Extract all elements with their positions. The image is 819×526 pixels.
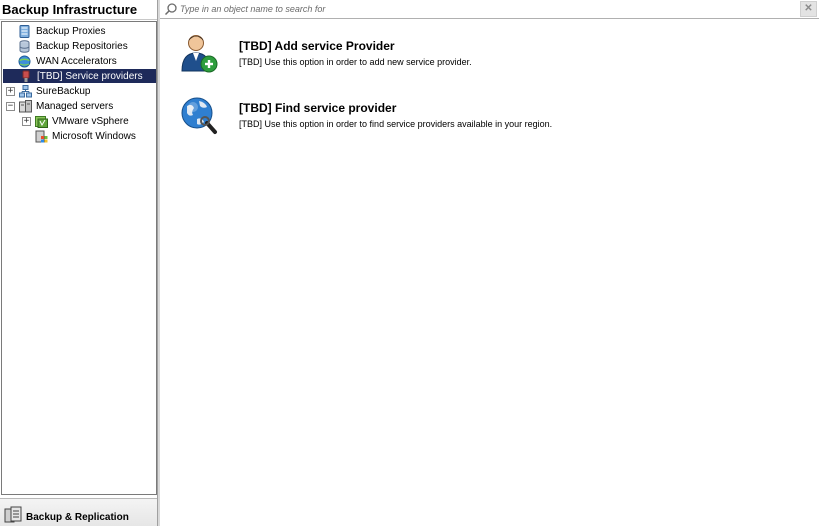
clear-search-button[interactable]: ✕ xyxy=(800,1,817,17)
tree-item-managed-servers[interactable]: − Managed servers xyxy=(6,99,115,114)
action-description: [TBD] Use this option in order to add ne… xyxy=(239,57,472,67)
expand-toggle[interactable]: + xyxy=(22,117,31,126)
action-title: [TBD] Add service Provider xyxy=(239,39,395,53)
service-provider-icon xyxy=(22,70,30,82)
panel-header: Backup Infrastructure xyxy=(0,0,159,20)
backup-replication-icon xyxy=(4,506,22,523)
tree-item-label: Backup Proxies xyxy=(36,26,106,37)
tree-item-label: VMware vSphere xyxy=(52,116,129,127)
search-bar: ✕ xyxy=(160,0,819,19)
search-icon xyxy=(164,3,177,16)
wan-accelerator-icon xyxy=(18,55,31,68)
nav-label: Backup & Replication xyxy=(26,512,129,523)
tree-item-vmware-vsphere[interactable]: + VMware vSphere xyxy=(22,114,131,129)
find-service-provider-action[interactable]: [TBD] Find service provider [TBD] Use th… xyxy=(180,95,800,145)
tree-item-label: SureBackup xyxy=(36,86,91,97)
application-window: Backup Infrastructure Backup Proxies Bac… xyxy=(0,0,819,526)
surebackup-icon xyxy=(19,85,32,98)
tree-item-surebackup[interactable]: + SureBackup xyxy=(6,84,92,99)
windows-server-icon xyxy=(35,130,48,143)
tree-item-label: Backup Repositories xyxy=(36,41,128,52)
nav-backup-replication[interactable]: Backup & Replication xyxy=(0,498,159,526)
tree-item-service-providers[interactable]: [TBD] Service providers xyxy=(3,69,156,84)
action-title: [TBD] Find service provider xyxy=(239,101,397,115)
tree-item-label: Managed servers xyxy=(36,101,114,112)
repository-icon xyxy=(19,40,30,53)
vmware-vsphere-icon xyxy=(35,116,48,128)
collapse-toggle[interactable]: − xyxy=(6,102,15,111)
expand-toggle[interactable]: + xyxy=(6,87,15,96)
managed-servers-icon xyxy=(19,100,32,113)
infrastructure-tree: Backup Proxies Backup Repositories WAN A… xyxy=(1,21,157,495)
search-input[interactable] xyxy=(180,2,780,16)
tree-item-label: WAN Accelerators xyxy=(36,56,117,67)
content-panel: ✕ [TBD] Add service Provider [TBD] Use t… xyxy=(160,0,819,526)
add-service-provider-action[interactable]: [TBD] Add service Provider [TBD] Use thi… xyxy=(180,33,800,83)
tree-item-label: [TBD] Service providers xyxy=(37,71,143,82)
tree-item-wan-accelerators[interactable]: WAN Accelerators xyxy=(18,54,119,69)
globe-search-icon xyxy=(181,97,217,134)
navigation-panel: Backup Infrastructure Backup Proxies Bac… xyxy=(0,0,159,526)
panel-title: Backup Infrastructure xyxy=(2,2,138,17)
tree-item-label: Microsoft Windows xyxy=(52,131,136,142)
add-user-icon xyxy=(181,35,218,73)
tree-item-backup-proxies[interactable]: Backup Proxies xyxy=(18,24,107,39)
tree-item-microsoft-windows[interactable]: Microsoft Windows xyxy=(35,129,138,144)
proxy-server-icon xyxy=(19,25,30,38)
tree-item-backup-repositories[interactable]: Backup Repositories xyxy=(18,39,130,54)
action-description: [TBD] Use this option in order to find s… xyxy=(239,119,553,129)
